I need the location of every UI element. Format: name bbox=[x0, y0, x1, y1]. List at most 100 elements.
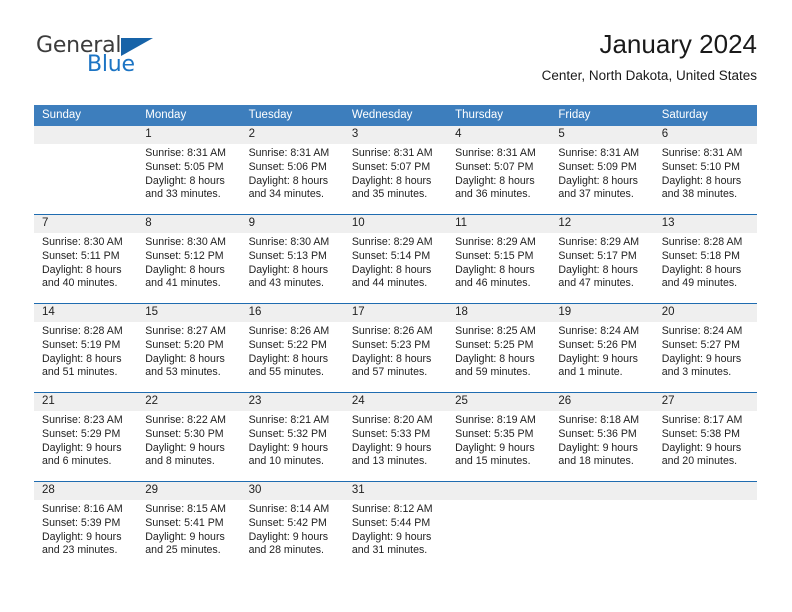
calendar-week-row: 21 Sunrise: 8:23 AM Sunset: 5:29 PM Dayligh… bbox=[34, 392, 757, 482]
sunrise-time: Sunrise: 8:20 AM bbox=[351, 414, 433, 426]
calendar-day-empty bbox=[653, 482, 757, 570]
daylight-duration-line1: Daylight: 9 hours bbox=[145, 441, 225, 454]
day-number: 23 bbox=[240, 393, 344, 411]
sunrise-time: Sunrise: 8:19 AM bbox=[455, 414, 536, 426]
sunrise-time: Sunrise: 8:25 AM bbox=[455, 325, 536, 337]
daylight-duration-line1: Daylight: 8 hours bbox=[455, 352, 535, 365]
day-number: 12 bbox=[550, 215, 654, 233]
sunrise-time: Sunrise: 8:31 AM bbox=[455, 147, 536, 159]
sunrise-time: Sunrise: 8:31 AM bbox=[558, 147, 640, 159]
day-number: 28 bbox=[34, 482, 138, 500]
daylight-duration-line1: Daylight: 8 hours bbox=[145, 352, 225, 365]
calendar-cell bbox=[550, 481, 654, 570]
calendar-cell[interactable]: 18 Sunrise: 8:25 AM Sunset: 5:25 PM Dayligh… bbox=[447, 303, 551, 393]
day-details: Sunrise: 8:29 AM Sunset: 5:14 PM Daylight:… bbox=[344, 233, 447, 291]
calendar-day: 7 Sunrise: 8:30 AM Sunset: 5:11 PM Daylight… bbox=[34, 215, 138, 303]
day-details: Sunrise: 8:16 AM Sunset: 5:39 PM Daylight:… bbox=[34, 500, 137, 558]
calendar-cell[interactable]: 6 Sunrise: 8:31 AM Sunset: 5:10 PM Daylight… bbox=[653, 126, 757, 215]
calendar-day: 13 Sunrise: 8:28 AM Sunset: 5:18 PM Dayligh… bbox=[653, 215, 757, 303]
daylight-duration-line2: and 8 minutes. bbox=[145, 455, 215, 468]
day-details: Sunrise: 8:29 AM Sunset: 5:15 PM Daylight:… bbox=[447, 233, 550, 291]
calendar-cell[interactable]: 24 Sunrise: 8:20 AM Sunset: 5:33 PM Dayligh… bbox=[343, 392, 448, 482]
daylight-duration-line1: Daylight: 8 hours bbox=[145, 263, 225, 276]
calendar-cell[interactable]: 19 Sunrise: 8:24 AM Sunset: 5:26 PM Dayligh… bbox=[550, 303, 654, 393]
calendar-cell[interactable]: 20 Sunrise: 8:24 AM Sunset: 5:27 PM Dayligh… bbox=[653, 303, 757, 393]
calendar-cell[interactable]: 29 Sunrise: 8:15 AM Sunset: 5:41 PM Dayligh… bbox=[137, 481, 241, 570]
calendar-cell bbox=[447, 481, 551, 570]
day-details: Sunrise: 8:23 AM Sunset: 5:29 PM Daylight:… bbox=[34, 411, 137, 469]
calendar-cell[interactable]: 25 Sunrise: 8:19 AM Sunset: 5:35 PM Dayligh… bbox=[447, 392, 551, 482]
day-number: 15 bbox=[137, 304, 241, 322]
calendar-cell[interactable]: 22 Sunrise: 8:22 AM Sunset: 5:30 PM Dayligh… bbox=[137, 392, 241, 482]
sunrise-time: Sunrise: 8:24 AM bbox=[558, 325, 640, 337]
day-number: 13 bbox=[653, 215, 757, 233]
day-number bbox=[653, 482, 757, 500]
calendar-cell[interactable]: 4 Sunrise: 8:31 AM Sunset: 5:07 PM Daylight… bbox=[447, 126, 551, 215]
day-details: Sunrise: 8:29 AM Sunset: 5:17 PM Daylight:… bbox=[550, 233, 653, 291]
calendar-day: 3 Sunrise: 8:31 AM Sunset: 5:07 PM Daylight… bbox=[343, 126, 448, 214]
calendar-cell[interactable]: 2 Sunrise: 8:31 AM Sunset: 5:06 PM Daylight… bbox=[240, 126, 344, 215]
calendar-cell[interactable]: 16 Sunrise: 8:26 AM Sunset: 5:22 PM Dayligh… bbox=[240, 303, 344, 393]
calendar-cell[interactable]: 15 Sunrise: 8:27 AM Sunset: 5:20 PM Dayligh… bbox=[137, 303, 241, 393]
calendar-cell[interactable]: 17 Sunrise: 8:26 AM Sunset: 5:23 PM Dayligh… bbox=[343, 303, 448, 393]
calendar-cell[interactable]: 13 Sunrise: 8:28 AM Sunset: 5:18 PM Dayligh… bbox=[653, 214, 757, 304]
calendar-cell[interactable]: 1 Sunrise: 8:31 AM Sunset: 5:05 PM Daylight… bbox=[137, 126, 241, 215]
sunrise-time: Sunrise: 8:29 AM bbox=[351, 236, 433, 248]
day-number: 1 bbox=[137, 126, 241, 144]
daylight-duration-line1: Daylight: 9 hours bbox=[558, 441, 638, 454]
sunrise-time: Sunrise: 8:23 AM bbox=[42, 414, 123, 426]
sunset-time: Sunset: 5:42 PM bbox=[248, 516, 327, 529]
sunset-time: Sunset: 5:44 PM bbox=[351, 516, 431, 529]
calendar-cell[interactable]: 9 Sunrise: 8:30 AM Sunset: 5:13 PM Daylight… bbox=[240, 214, 344, 304]
calendar-cell[interactable]: 21 Sunrise: 8:23 AM Sunset: 5:29 PM Dayligh… bbox=[34, 392, 138, 482]
calendar-day: 19 Sunrise: 8:24 AM Sunset: 5:26 PM Dayligh… bbox=[550, 304, 654, 392]
day-number: 11 bbox=[447, 215, 551, 233]
calendar-day: 28 Sunrise: 8:16 AM Sunset: 5:39 PM Dayligh… bbox=[34, 482, 138, 570]
calendar-cell[interactable]: 26 Sunrise: 8:18 AM Sunset: 5:36 PM Dayligh… bbox=[550, 392, 654, 482]
sunset-time: Sunset: 5:10 PM bbox=[661, 160, 741, 173]
day-details: Sunrise: 8:21 AM Sunset: 5:32 PM Daylight:… bbox=[241, 411, 344, 469]
calendar-cell[interactable]: 12 Sunrise: 8:29 AM Sunset: 5:17 PM Dayligh… bbox=[550, 214, 654, 304]
day-number: 9 bbox=[240, 215, 344, 233]
calendar-cell[interactable]: 5 Sunrise: 8:31 AM Sunset: 5:09 PM Daylight… bbox=[550, 126, 654, 215]
calendar-cell[interactable]: 30 Sunrise: 8:14 AM Sunset: 5:42 PM Dayligh… bbox=[240, 481, 344, 570]
calendar-cell[interactable]: 14 Sunrise: 8:28 AM Sunset: 5:19 PM Dayligh… bbox=[34, 303, 138, 393]
calendar-day: 15 Sunrise: 8:27 AM Sunset: 5:20 PM Dayligh… bbox=[137, 304, 241, 392]
weekday-header-sunday: Sunday bbox=[34, 105, 138, 126]
calendar-cell[interactable]: 28 Sunrise: 8:16 AM Sunset: 5:39 PM Dayligh… bbox=[34, 481, 138, 570]
daylight-duration-line1: Daylight: 9 hours bbox=[558, 352, 638, 365]
calendar-day: 12 Sunrise: 8:29 AM Sunset: 5:17 PM Dayligh… bbox=[550, 215, 654, 303]
calendar-day: 17 Sunrise: 8:26 AM Sunset: 5:23 PM Dayligh… bbox=[343, 304, 448, 392]
calendar-week-row: 7 Sunrise: 8:30 AM Sunset: 5:11 PM Daylight… bbox=[34, 214, 757, 304]
weekday-header-tuesday: Tuesday bbox=[240, 105, 344, 126]
day-details: Sunrise: 8:31 AM Sunset: 5:05 PM Daylight:… bbox=[137, 144, 240, 202]
calendar-cell[interactable]: 3 Sunrise: 8:31 AM Sunset: 5:07 PM Daylight… bbox=[343, 126, 448, 215]
calendar-day: 31 Sunrise: 8:12 AM Sunset: 5:44 PM Dayligh… bbox=[343, 482, 448, 570]
daylight-duration-line1: Daylight: 9 hours bbox=[661, 352, 742, 365]
calendar-cell[interactable]: 8 Sunrise: 8:30 AM Sunset: 5:12 PM Daylight… bbox=[137, 214, 241, 304]
daylight-duration-line1: Daylight: 8 hours bbox=[351, 263, 432, 276]
calendar-day: 2 Sunrise: 8:31 AM Sunset: 5:06 PM Daylight… bbox=[240, 126, 344, 214]
day-details: Sunrise: 8:31 AM Sunset: 5:07 PM Daylight:… bbox=[344, 144, 447, 202]
weekday-header-wednesday: Wednesday bbox=[343, 105, 448, 126]
sunset-time: Sunset: 5:23 PM bbox=[351, 338, 431, 351]
calendar-cell[interactable]: 11 Sunrise: 8:29 AM Sunset: 5:15 PM Dayligh… bbox=[447, 214, 551, 304]
calendar-cell[interactable]: 10 Sunrise: 8:29 AM Sunset: 5:14 PM Dayligh… bbox=[343, 214, 448, 304]
day-number: 17 bbox=[343, 304, 448, 322]
day-number: 8 bbox=[137, 215, 241, 233]
daylight-duration-line2: and 47 minutes. bbox=[558, 277, 634, 290]
day-details: Sunrise: 8:19 AM Sunset: 5:35 PM Daylight:… bbox=[447, 411, 550, 469]
sunrise-time: Sunrise: 8:16 AM bbox=[42, 503, 123, 515]
calendar-cell[interactable]: 31 Sunrise: 8:12 AM Sunset: 5:44 PM Dayligh… bbox=[343, 481, 448, 570]
day-number: 10 bbox=[343, 215, 448, 233]
daylight-duration-line2: and 38 minutes. bbox=[661, 188, 738, 201]
calendar-cell[interactable]: 23 Sunrise: 8:21 AM Sunset: 5:32 PM Dayligh… bbox=[240, 392, 344, 482]
calendar-cell[interactable]: 7 Sunrise: 8:30 AM Sunset: 5:11 PM Daylight… bbox=[34, 214, 138, 304]
page-header: General Blue January 2024 Center, North … bbox=[0, 0, 792, 100]
calendar-cell[interactable]: 27 Sunrise: 8:17 AM Sunset: 5:38 PM Dayligh… bbox=[653, 392, 757, 482]
day-number: 2 bbox=[240, 126, 344, 144]
day-details: Sunrise: 8:30 AM Sunset: 5:12 PM Daylight:… bbox=[137, 233, 240, 291]
sunset-time: Sunset: 5:09 PM bbox=[558, 160, 637, 173]
calendar-day: 24 Sunrise: 8:20 AM Sunset: 5:33 PM Dayligh… bbox=[343, 393, 448, 481]
general-blue-logo[interactable]: General Blue bbox=[36, 33, 236, 89]
